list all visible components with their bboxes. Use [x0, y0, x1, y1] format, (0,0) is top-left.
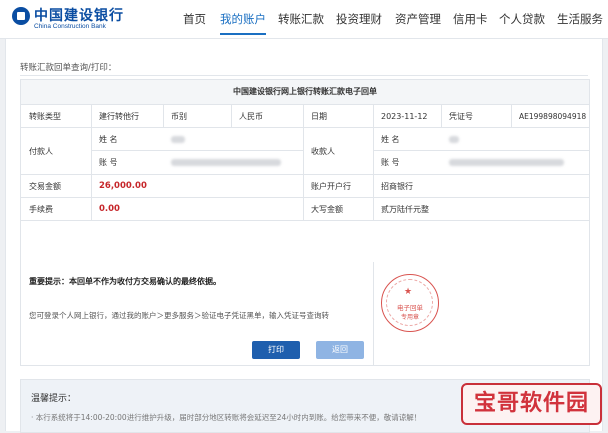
- star-icon: ★: [404, 287, 413, 297]
- receipt-row-parties: 付款人 姓 名 账 号 收款人 姓 名 账 号: [21, 128, 589, 175]
- fee-label: 手续费: [29, 204, 53, 214]
- redacted-name: [171, 135, 185, 143]
- date-value: 2023-11-12: [381, 111, 428, 121]
- voucher-value: AE199898094918: [519, 111, 587, 121]
- redacted-name: [449, 135, 459, 143]
- payee-label: 收款人: [311, 146, 335, 156]
- content-panel: 转账汇款回单查询/打印： 中国建设银行网上银行转账汇款电子回单 转账类型 建行转…: [5, 39, 603, 433]
- nav-asset-management[interactable]: 资产管理: [395, 11, 441, 27]
- payee-account-value: [441, 151, 589, 174]
- uppercase-amount-label: 大写金额: [311, 204, 343, 214]
- receipt-notice: 重要提示：本回单不作为收付方交易确认的最终依据。 您可登录个人网上银行，通过我的…: [21, 262, 589, 365]
- currency-value: 人民币: [239, 111, 263, 121]
- uppercase-amount-value: 贰万陆仟元整: [381, 204, 429, 214]
- receipt-table: 中国建设银行网上银行转账汇款电子回单 转账类型 建行转他行 币别 人民币 日期 …: [20, 79, 590, 366]
- nav-home[interactable]: 首页: [183, 11, 206, 27]
- payee-account-label: 账 号: [381, 158, 400, 167]
- transfer-type-label: 转账类型: [29, 111, 61, 121]
- nav-investment[interactable]: 投资理财: [336, 11, 382, 27]
- print-button[interactable]: 打印: [252, 341, 300, 359]
- nav-credit-card[interactable]: 信用卡: [453, 11, 488, 27]
- voucher-label: 凭证号: [449, 111, 473, 121]
- divider: [20, 75, 588, 76]
- payer-label: 付款人: [29, 146, 53, 156]
- payer-account-label: 账 号: [99, 158, 118, 167]
- payee-bank-value: 招商银行: [381, 181, 413, 191]
- tips-title: 温馨提示：: [31, 394, 77, 404]
- receipt-title: 中国建设银行网上银行转账汇款电子回单: [21, 80, 589, 105]
- receipt-row-basic: 转账类型 建行转他行 币别 人民币 日期 2023-11-12 凭证号 AE19…: [21, 105, 589, 128]
- redacted-account: [171, 159, 281, 166]
- currency-label: 币别: [171, 111, 187, 121]
- amount-value: 26,000.00: [99, 181, 147, 191]
- top-header: 中国建设银行 China Construction Bank 首页 我的账户 转…: [0, 0, 608, 39]
- bank-seal-stamp: ★ 电子回单 专用章: [381, 274, 439, 332]
- payer-account-value: [163, 151, 303, 174]
- back-button[interactable]: 返回: [316, 341, 364, 359]
- tips-text: · 本行系统将于14:00-20:00进行维护升级，届时部分地区转账将会延迟至2…: [31, 413, 422, 422]
- amount-label: 交易金额: [29, 181, 61, 191]
- nav-transfer[interactable]: 转账汇款: [278, 11, 324, 27]
- payee-bank-label: 账户开户行: [311, 181, 351, 191]
- transfer-type-value: 建行转他行: [99, 111, 139, 121]
- nav-personal-loan[interactable]: 个人贷款: [499, 11, 545, 27]
- redacted-account: [449, 159, 564, 166]
- payee-name-value: [441, 128, 589, 150]
- date-label: 日期: [311, 111, 327, 121]
- site-watermark: 宝哥软件园: [461, 383, 602, 425]
- nav-life-service[interactable]: 生活服务: [557, 11, 603, 27]
- fee-value: 0.00: [99, 204, 120, 214]
- main-nav: 首页 我的账户 转账汇款 投资理财 资产管理 信用卡 个人贷款 生活服务: [0, 0, 608, 38]
- important-notice: 重要提示：本回单不作为收付方交易确认的最终依据。: [29, 277, 221, 286]
- receipt-row-fee: 手续费 0.00 大写金额 贰万陆仟元整: [21, 198, 589, 221]
- payer-name-label: 姓 名: [99, 134, 118, 144]
- nav-my-account[interactable]: 我的账户: [220, 11, 266, 35]
- payer-name-value: [163, 128, 303, 150]
- verify-instructions: 您可登录个人网上银行，通过我的账户＞更多服务＞验证电子凭证黑单，输入凭证号查询转: [29, 311, 329, 320]
- page-title: 转账汇款回单查询/打印：: [20, 63, 117, 73]
- receipt-row-amount: 交易金额 26,000.00 账户开户行 招商银行: [21, 175, 589, 198]
- payee-name-label: 姓 名: [381, 134, 400, 144]
